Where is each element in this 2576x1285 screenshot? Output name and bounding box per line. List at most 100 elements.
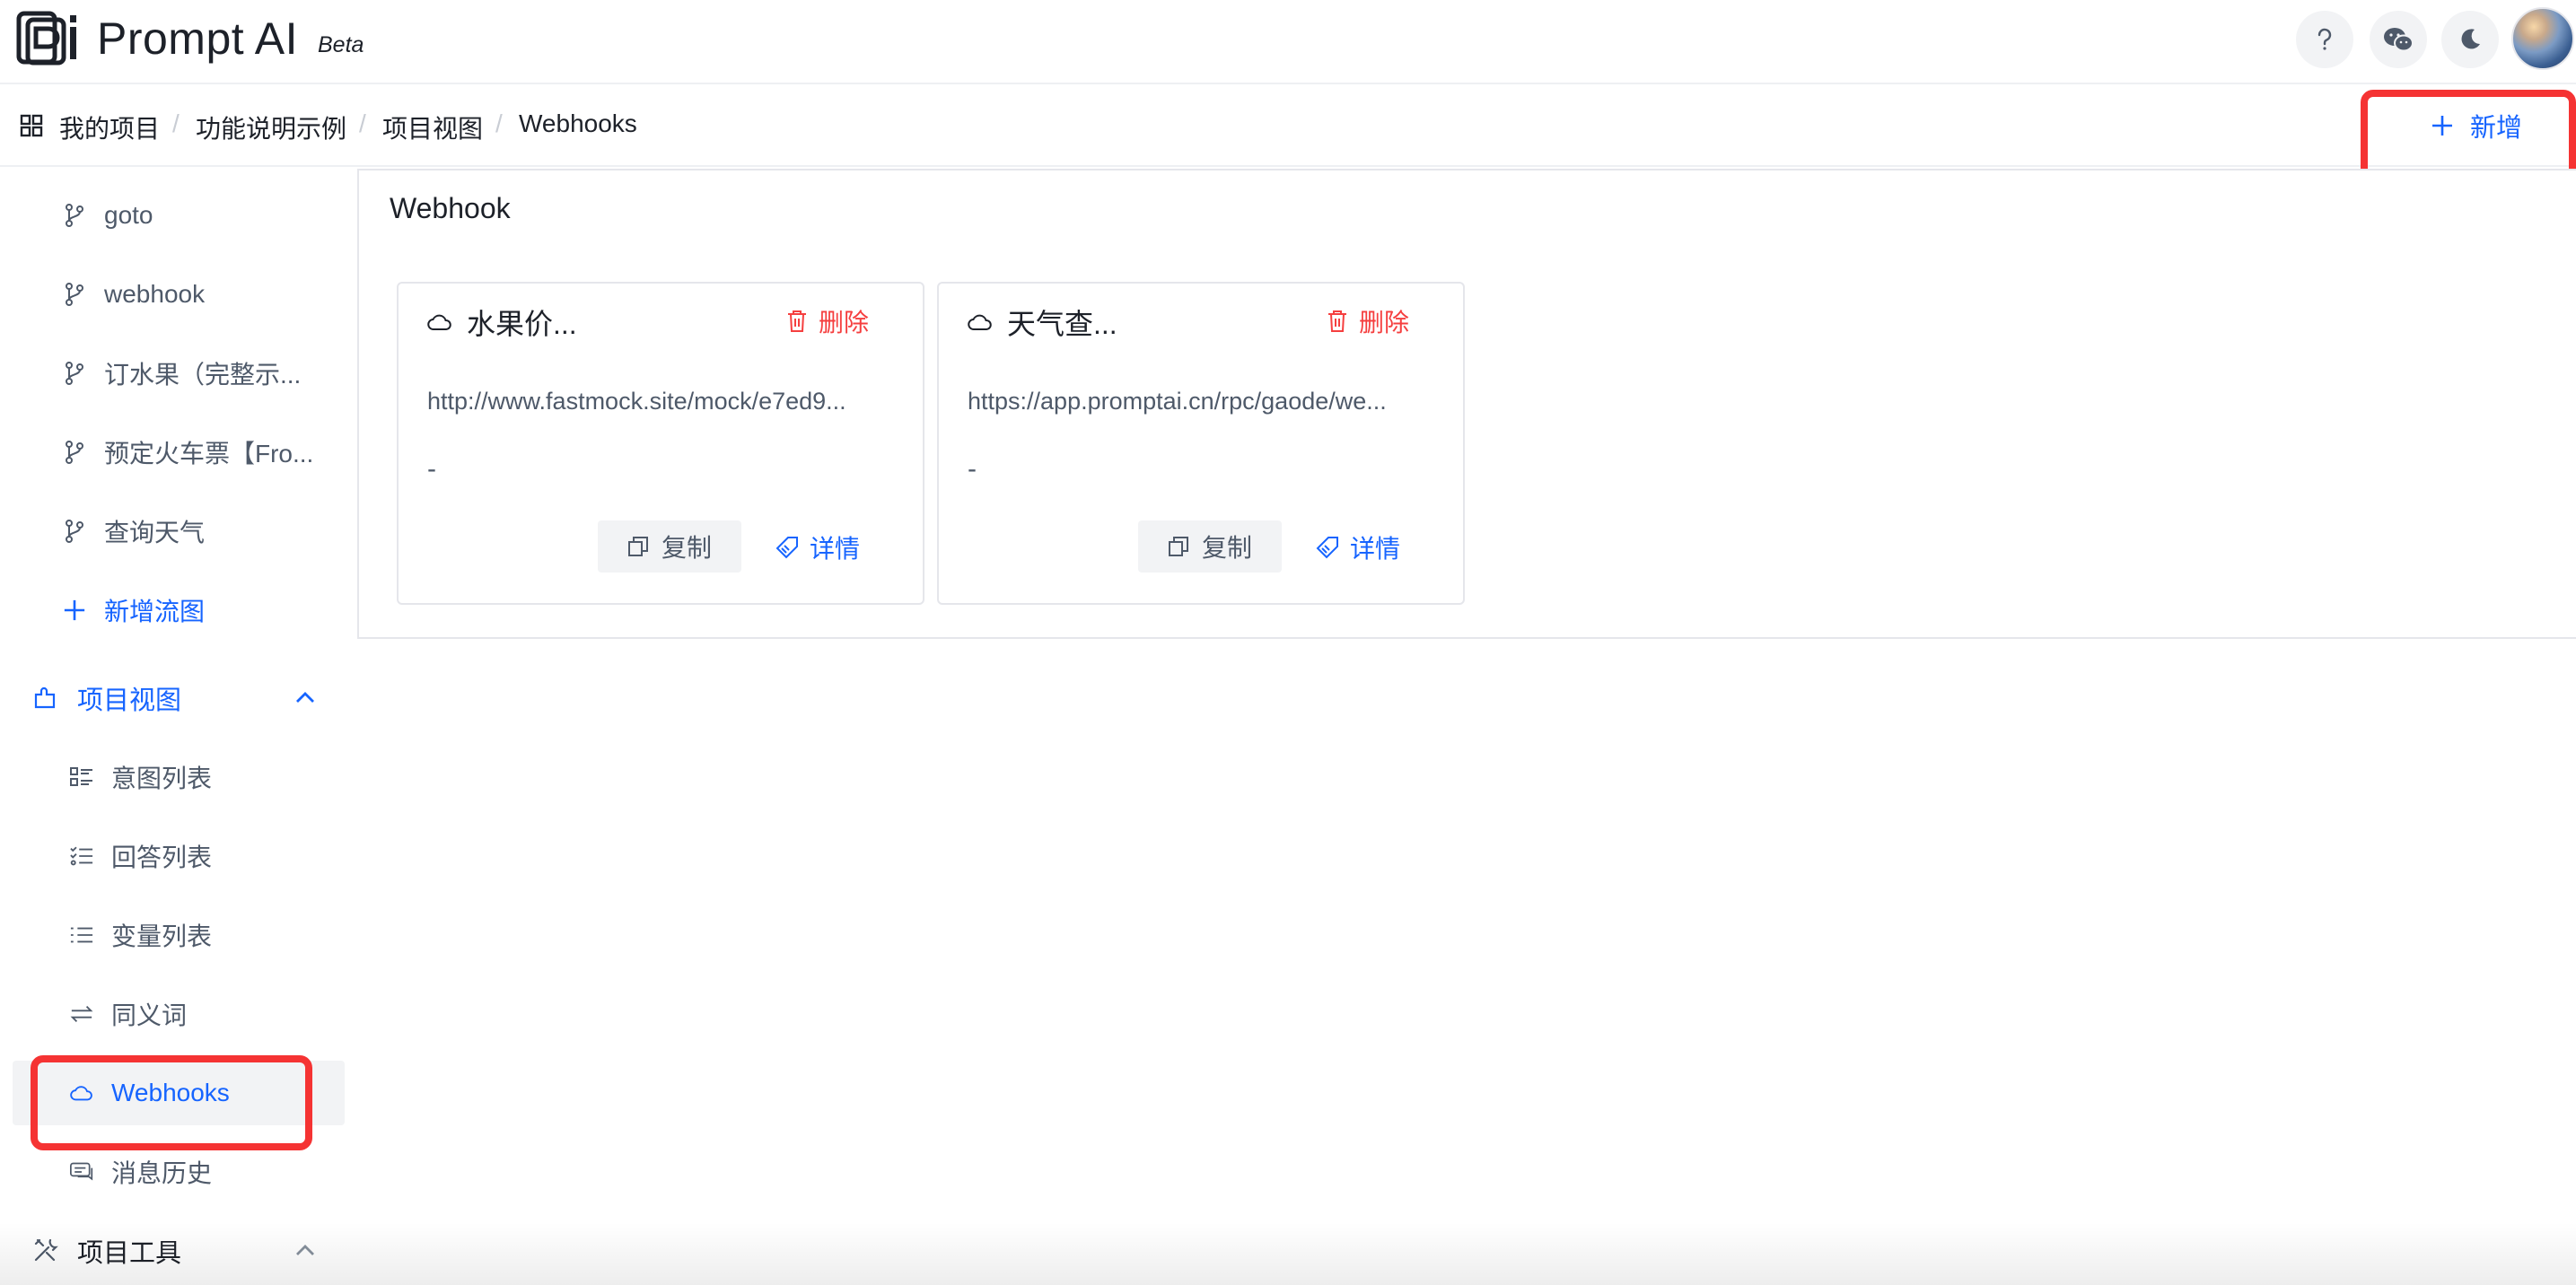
branch-icon — [63, 362, 86, 385]
breadcrumb-item[interactable]: 我的项目 — [59, 109, 160, 145]
detail-button[interactable]: 详情 — [1316, 529, 1400, 565]
chevron-up-icon — [296, 692, 314, 703]
add-webhook-button[interactable]: 新增 — [2431, 102, 2565, 149]
delete-button[interactable]: 删除 — [786, 303, 869, 339]
tag-icon — [1316, 537, 1338, 559]
wechat-icon — [2384, 28, 2414, 52]
breadcrumb-item[interactable]: 功能说明示例 — [196, 109, 346, 145]
delete-button[interactable]: 删除 — [1327, 303, 1409, 339]
copy-icon — [627, 537, 648, 556]
webhook-panel: Webhook 水果价... 删除 http://www.fastmock.si… — [357, 169, 2576, 639]
trash-icon — [1327, 310, 1346, 332]
webhook-description: - — [427, 454, 436, 484]
copy-label: 复制 — [661, 534, 712, 562]
add-webhook-label: 新增 — [2470, 114, 2523, 143]
sidebar-item-label: 变量列表 — [111, 922, 213, 950]
webhook-card[interactable]: 水果价... 删除 http://www.fastmock.site/mock/… — [397, 282, 924, 605]
sidebar-flow-label: 预定火车票【Fro... — [104, 440, 314, 468]
bottom-shadow — [0, 1222, 2576, 1285]
delete-label: 删除 — [818, 309, 869, 337]
beta-label: Beta — [318, 32, 364, 57]
sidebar-group-project-view[interactable]: 项目视图 — [0, 666, 345, 730]
webhook-name: 水果价... — [467, 308, 577, 340]
logo-icon — [16, 11, 76, 66]
sidebar-item-answer-list[interactable]: 回答列表 — [0, 824, 345, 888]
trash-icon — [787, 310, 806, 332]
avatar[interactable] — [2511, 7, 2574, 70]
plus-icon — [63, 599, 86, 622]
add-flow-label: 新增流图 — [104, 598, 206, 625]
sidebar-group-label: 项目工具 — [77, 1239, 182, 1268]
grid-icon[interactable] — [20, 114, 43, 137]
sidebar-item-variable-list[interactable]: 变量列表 — [0, 903, 345, 967]
sidebar-item-label: 同义词 — [111, 1001, 188, 1029]
webhook-card[interactable]: 天气查... 删除 https://app.promptai.cn/rpc/ga… — [937, 282, 1465, 605]
copy-label: 复制 — [1201, 534, 1252, 562]
detail-button[interactable]: 详情 — [775, 529, 860, 565]
sidebar-flow-weather[interactable]: 查询天气 — [0, 499, 345, 564]
sidebar-item-message-history[interactable]: 消息历史 — [0, 1140, 345, 1204]
webhook-url: http://www.fastmock.site/mock/e7ed9... — [427, 388, 846, 415]
sidebar-group-project-tools[interactable]: 项目工具 — [0, 1219, 345, 1283]
sidebar-item-label: 意图列表 — [111, 765, 213, 792]
variable-list-icon — [70, 923, 93, 947]
webhook-url: https://app.promptai.cn/rpc/gaode/we... — [968, 388, 1387, 415]
add-flow-button[interactable]: 新增流图 — [0, 578, 345, 642]
webhook-name: 天气查... — [1007, 308, 1117, 340]
sidebar-flow-label: webhook — [104, 280, 206, 308]
branch-icon — [63, 283, 86, 306]
puzzle-icon — [32, 684, 61, 712]
plus-icon — [2432, 116, 2452, 135]
sidebar-item-synonyms[interactable]: 同义词 — [0, 982, 345, 1046]
copy-icon — [1168, 537, 1188, 556]
sidebar: goto webhook 订水果（完整示... 预定火车票【Fro... 查询天… — [0, 169, 357, 1285]
chevron-up-icon — [296, 1245, 314, 1255]
sidebar-flow-order-fruit[interactable]: 订水果（完整示... — [0, 341, 345, 406]
branch-icon — [63, 204, 86, 227]
sidebar-item-label: Webhooks — [111, 1079, 230, 1106]
sidebar-flow-train-ticket[interactable]: 预定火车票【Fro... — [0, 420, 345, 485]
app-title: Prompt AI — [97, 13, 299, 64]
panel-title: Webhook — [390, 192, 511, 224]
theme-toggle-button[interactable] — [2441, 11, 2499, 68]
tag-icon — [775, 537, 798, 559]
sidebar-item-label: 消息历史 — [111, 1159, 213, 1187]
cloud-icon — [70, 1081, 93, 1105]
webhook-card-title: 天气查... — [968, 302, 1117, 343]
moon-icon — [2461, 29, 2480, 49]
breadcrumb-item[interactable]: 项目视图 — [382, 109, 483, 145]
help-icon — [2318, 28, 2332, 50]
breadcrumb-separator: / — [172, 109, 180, 137]
branch-icon — [63, 520, 86, 543]
sidebar-flow-label: goto — [104, 201, 153, 229]
sidebar-group-label: 项目视图 — [77, 686, 182, 715]
message-icon — [70, 1160, 93, 1184]
sidebar-item-webhooks[interactable]: Webhooks — [13, 1061, 345, 1125]
sidebar-item-label: 回答列表 — [111, 844, 213, 871]
sidebar-flow-label: 查询天气 — [104, 519, 206, 546]
cloud-icon — [968, 314, 992, 330]
intent-list-icon — [70, 765, 93, 789]
webhook-card-title: 水果价... — [427, 302, 577, 343]
help-button[interactable] — [2296, 11, 2353, 68]
sidebar-flow-goto[interactable]: goto — [0, 183, 345, 248]
breadcrumb-bar: 我的项目 / 功能说明示例 / 项目视图 / Webhooks 新增 — [0, 84, 2576, 167]
breadcrumb-separator: / — [359, 109, 366, 137]
wechat-button[interactable] — [2370, 11, 2427, 68]
breadcrumb-separator: / — [495, 109, 503, 137]
tools-icon — [32, 1237, 61, 1265]
answer-list-icon — [70, 844, 93, 868]
copy-button[interactable]: 复制 — [1138, 520, 1282, 573]
breadcrumb-current: Webhooks — [519, 109, 637, 137]
top-header: Prompt AI Beta — [0, 0, 2576, 84]
webhook-description: - — [968, 454, 977, 484]
branch-icon — [63, 441, 86, 464]
sidebar-item-intent-list[interactable]: 意图列表 — [0, 745, 345, 809]
delete-label: 删除 — [1358, 309, 1409, 337]
copy-button[interactable]: 复制 — [598, 520, 741, 573]
swap-icon — [70, 1002, 93, 1026]
sidebar-flow-label: 订水果（完整示... — [104, 361, 302, 389]
detail-label: 详情 — [810, 535, 861, 563]
sidebar-flow-webhook[interactable]: webhook — [0, 262, 345, 327]
detail-label: 详情 — [1350, 535, 1401, 563]
